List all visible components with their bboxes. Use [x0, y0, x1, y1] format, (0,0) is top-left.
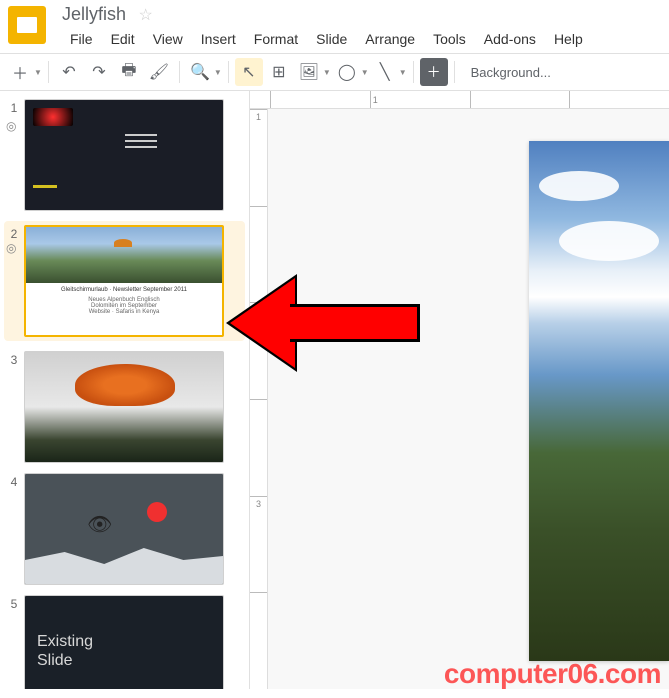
- text-box-button[interactable]: ⊞: [265, 58, 293, 86]
- separator: [228, 61, 229, 83]
- menu-format[interactable]: Format: [246, 27, 306, 51]
- canvas-area[interactable]: 1 1 2 3: [250, 91, 669, 689]
- slide-number: 1: [4, 99, 24, 115]
- annotation-icon: ◎: [6, 119, 16, 133]
- separator: [454, 61, 455, 83]
- comment-button[interactable]: ＋: [420, 58, 448, 86]
- presentation-title[interactable]: Jellyfish: [62, 2, 126, 28]
- watermark-text: computer06.com: [444, 658, 661, 690]
- background-button[interactable]: Background...: [461, 58, 561, 86]
- slide-number: 4: [4, 473, 24, 489]
- thumbnail-image: Existing Slide: [24, 595, 224, 689]
- slide-thumbnail-3[interactable]: 3: [4, 351, 245, 463]
- slide-thumbnail-1[interactable]: 1 ◎: [4, 99, 245, 211]
- google-slides-logo[interactable]: [8, 6, 46, 44]
- slide-thumbnail-4[interactable]: 4 👁: [4, 473, 245, 585]
- menu-arrange[interactable]: Arrange: [357, 27, 423, 51]
- annotation-icon: ◎: [6, 241, 16, 255]
- menu-slide[interactable]: Slide: [308, 27, 355, 51]
- redo-button[interactable]: ↷: [85, 58, 113, 86]
- line-button[interactable]: ╲: [371, 58, 399, 86]
- title-row: Jellyfish ☆: [62, 4, 661, 25]
- image-caret-icon[interactable]: ▼: [323, 68, 331, 77]
- toolbar: ＋ ▼ ↶ ↷ 🖶 🖌 🔍 ▼ ↖ ⊞ 🖼 ▼ ◯ ▼ ╲ ▼ ＋ Backgr…: [0, 53, 669, 91]
- workspace: 1 ◎ 2 ◎ Gleitschirmurlaub · Newsletter S…: [0, 91, 669, 689]
- print-button[interactable]: 🖶: [115, 58, 143, 86]
- new-slide-caret-icon[interactable]: ▼: [34, 68, 42, 77]
- thumb-title: Existing Slide: [37, 632, 93, 670]
- separator: [179, 61, 180, 83]
- slide-number: 5: [4, 595, 24, 611]
- menu-help[interactable]: Help: [546, 27, 591, 51]
- slide-canvas[interactable]: [529, 141, 669, 661]
- slide-number: 3: [4, 351, 24, 367]
- menu-insert[interactable]: Insert: [193, 27, 244, 51]
- separator: [48, 61, 49, 83]
- slide-background-image: [529, 141, 669, 661]
- zoom-button[interactable]: 🔍: [186, 58, 214, 86]
- vertical-ruler: 1 2 3: [250, 109, 268, 689]
- hidden-icon: 👁: [87, 512, 112, 537]
- menu-view[interactable]: View: [145, 27, 191, 51]
- menu-bar: File Edit View Insert Format Slide Arran…: [62, 25, 661, 53]
- menu-tools[interactable]: Tools: [425, 27, 474, 51]
- thumbnail-image: [24, 99, 224, 211]
- line-caret-icon[interactable]: ▼: [399, 68, 407, 77]
- menu-edit[interactable]: Edit: [103, 27, 143, 51]
- thumbnail-image: 👁: [24, 473, 224, 585]
- horizontal-ruler: 1: [250, 91, 669, 109]
- thumb-caption-2: Neues Alpenbuch Englisch Dolomiten im Se…: [34, 297, 214, 315]
- menu-file[interactable]: File: [62, 27, 101, 51]
- shape-button[interactable]: ◯: [333, 58, 361, 86]
- slide-thumbnail-2[interactable]: 2 ◎ Gleitschirmurlaub · Newsletter Septe…: [4, 221, 245, 341]
- undo-button[interactable]: ↶: [55, 58, 83, 86]
- zoom-caret-icon[interactable]: ▼: [214, 68, 222, 77]
- slide-number: 2: [4, 225, 24, 241]
- thumbnail-image: [24, 351, 224, 463]
- paint-format-button[interactable]: 🖌: [145, 58, 173, 86]
- menu-add-ons[interactable]: Add-ons: [476, 27, 544, 51]
- slide-thumbnail-5[interactable]: 5 Existing Slide: [4, 595, 245, 689]
- slide-panel[interactable]: 1 ◎ 2 ◎ Gleitschirmurlaub · Newsletter S…: [0, 91, 250, 689]
- star-icon[interactable]: ☆: [138, 7, 152, 24]
- separator: [413, 61, 414, 83]
- select-tool-button[interactable]: ↖: [235, 58, 263, 86]
- image-button[interactable]: 🖼: [295, 58, 323, 86]
- shape-caret-icon[interactable]: ▼: [361, 68, 369, 77]
- new-slide-button[interactable]: ＋: [6, 58, 34, 86]
- app-header: Jellyfish ☆ File Edit View Insert Format…: [0, 0, 669, 53]
- thumbnail-image: Gleitschirmurlaub · Newsletter September…: [24, 225, 224, 337]
